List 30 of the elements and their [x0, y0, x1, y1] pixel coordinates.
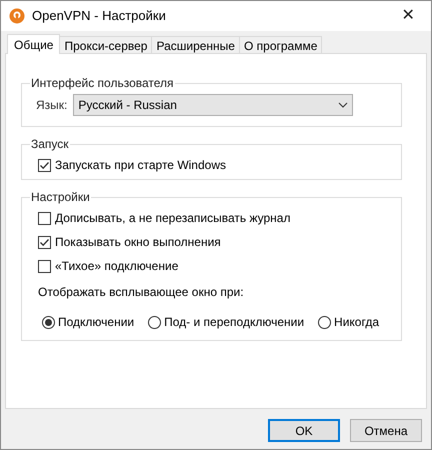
dialog-button[interactable]: OK — [268, 419, 340, 442]
tab[interactable]: О программе — [238, 36, 322, 53]
radio-label: Подключении — [58, 314, 134, 331]
checkbox-label: Запускать при старте Windows — [55, 157, 226, 174]
checkbox-label: Показывать окно выполнения — [55, 234, 221, 251]
radio-label: Под- и переподключении — [164, 314, 304, 331]
language-dropdown[interactable]: Русский - Russian — [73, 94, 354, 116]
tab[interactable]: Прокси-сервер — [59, 36, 152, 53]
group-title: Интерфейс пользователя — [30, 75, 175, 92]
tab[interactable]: Расширенные — [151, 36, 240, 53]
checkbox-label: «Тихое» подключение — [55, 258, 178, 275]
dialog-button[interactable]: Отмена — [350, 419, 422, 442]
checkbox-label: Дописывать, а не перезаписывать журнал — [55, 210, 290, 227]
chevron-down-icon — [338, 102, 348, 108]
checkbox[interactable] — [38, 236, 51, 248]
radio-button[interactable] — [318, 316, 332, 328]
radio-label: Никогда — [334, 314, 379, 331]
group-title: Настройки — [30, 189, 91, 206]
radio-button[interactable] — [148, 316, 162, 328]
checkbox[interactable] — [38, 212, 51, 224]
popup-label: Отображать всплывающее окно при: — [38, 284, 244, 301]
language-label: Язык: — [36, 97, 68, 114]
checkbox[interactable] — [38, 158, 51, 172]
checkbox[interactable] — [38, 260, 51, 272]
group-title: Запуск — [30, 136, 70, 153]
app-logo-icon — [9, 8, 25, 24]
radio-button[interactable] — [42, 316, 55, 328]
window-title: OpenVPN - Настройки — [32, 7, 166, 26]
tab[interactable]: Общие — [7, 34, 60, 54]
close-button[interactable]: ✕ — [385, 1, 431, 31]
